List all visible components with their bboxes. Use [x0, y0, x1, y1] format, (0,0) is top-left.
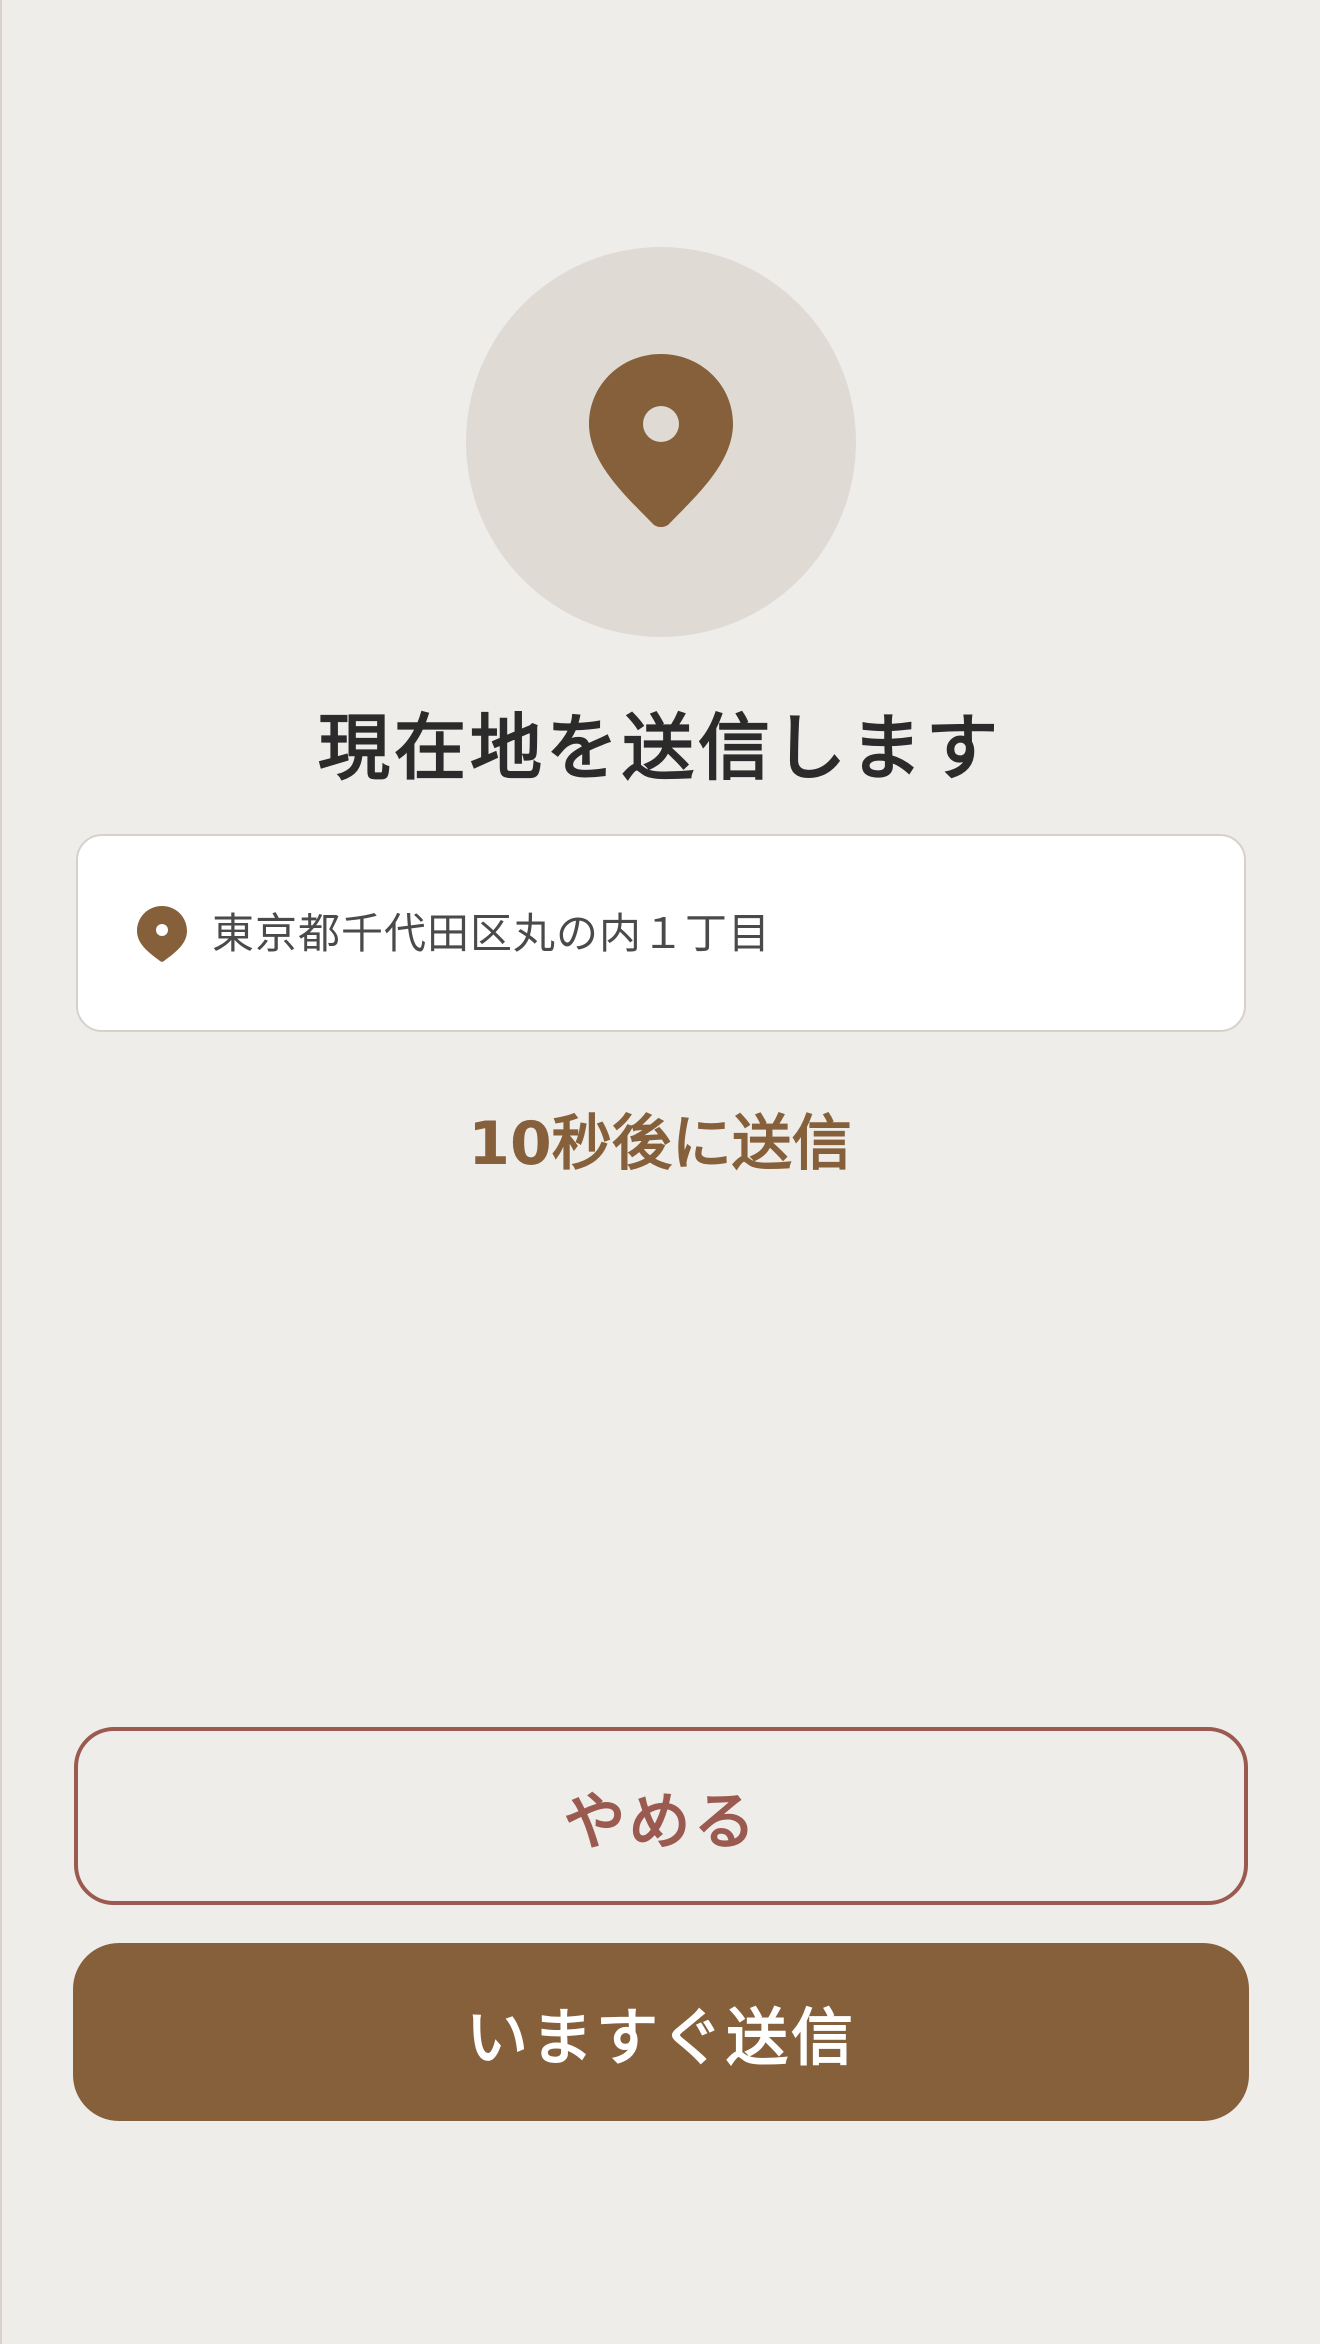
cancel-button-label: やめる [563, 1785, 759, 1858]
location-pin-icon [137, 906, 187, 962]
location-pin-icon [589, 354, 733, 527]
send-now-button-label: いますぐ送信 [465, 2001, 856, 2074]
address-card: 東京都千代田区丸の内１丁目 [76, 834, 1246, 1032]
location-hero [466, 247, 856, 637]
page-title: 現在地を送信します [317, 706, 1002, 790]
address-text: 東京都千代田区丸の内１丁目 [212, 909, 772, 958]
countdown-text: 10秒後に送信 [468, 1109, 852, 1179]
cancel-button[interactable]: やめる [74, 1727, 1248, 1905]
send-now-button[interactable]: いますぐ送信 [73, 1943, 1249, 2121]
